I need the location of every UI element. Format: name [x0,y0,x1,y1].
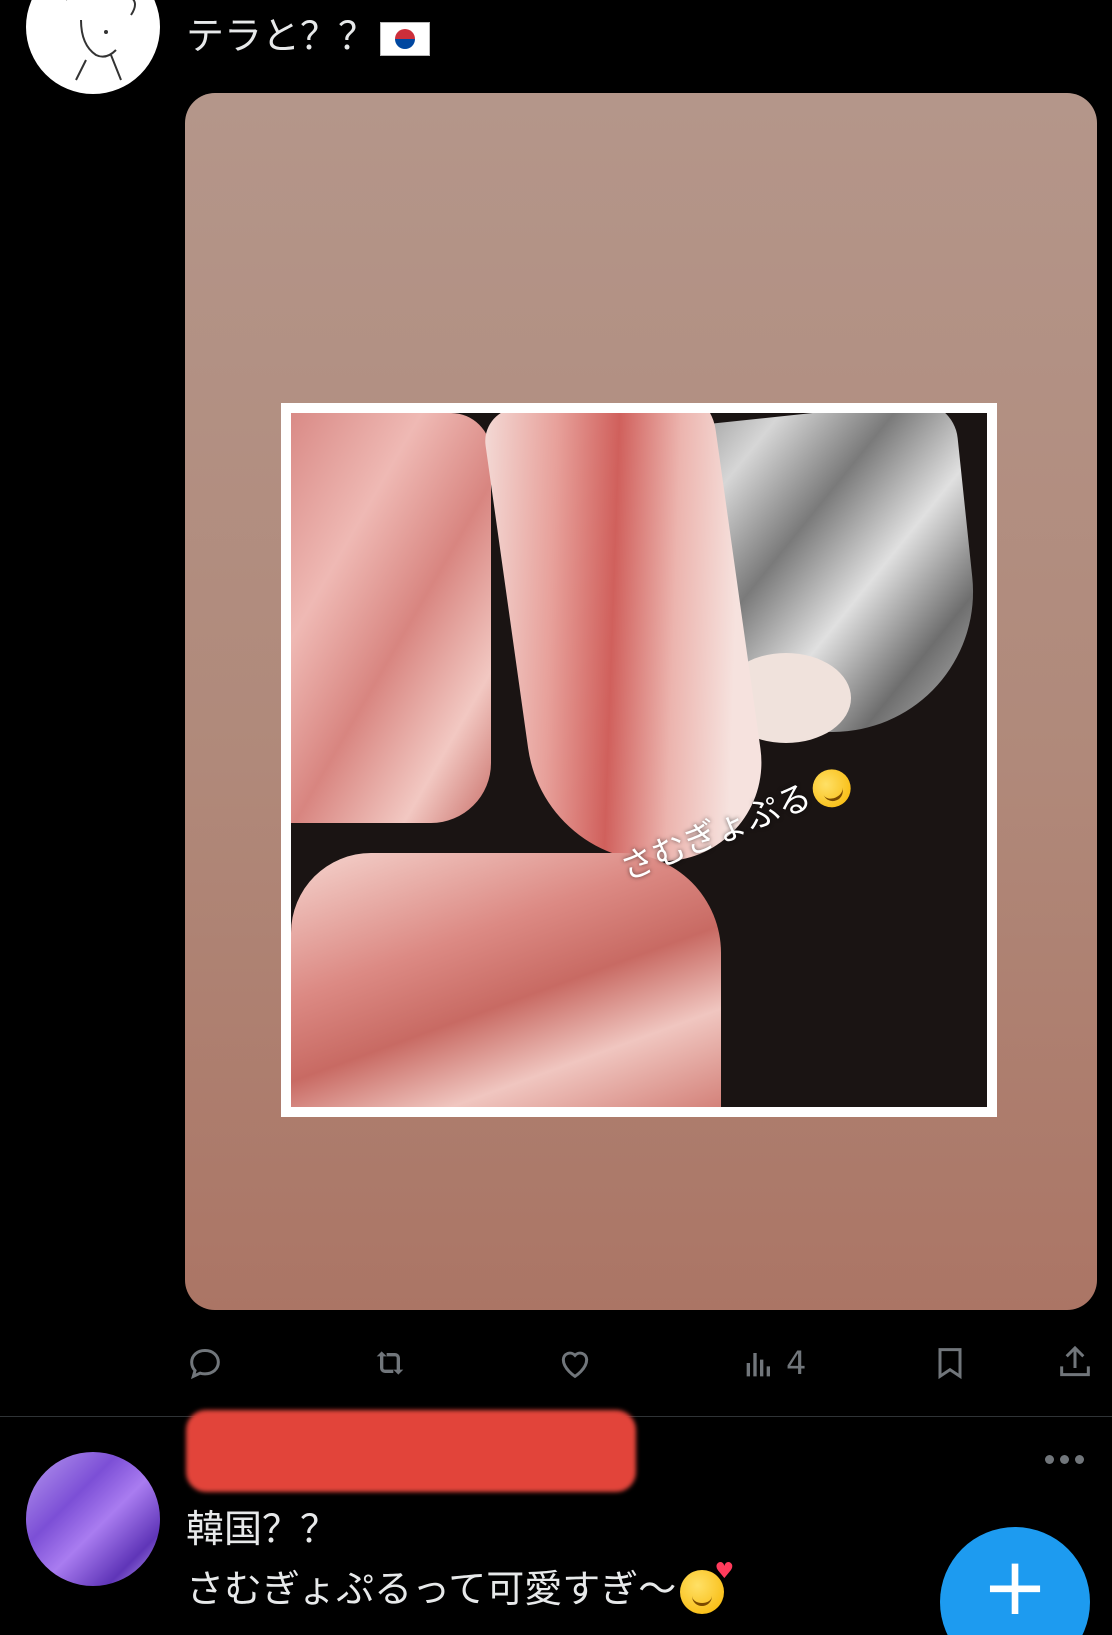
compose-plus-icon: + [981,1540,1049,1633]
photo-frame: さむぎょぷる [281,403,997,1117]
reply-icon [190,1348,220,1380]
smiling-face-with-hearts-emoji-icon [680,1558,734,1614]
reply-button[interactable] [185,1335,225,1391]
share-icon [1060,1345,1090,1377]
like-button[interactable] [555,1335,595,1391]
tweet-text: テラと？？ [186,12,431,61]
redacted-username [186,1410,636,1492]
views-button[interactable]: 4 [740,1335,806,1391]
retweet-icon [376,1351,404,1375]
reply-text-line2: さむぎょぷるって可愛すぎ〜 [186,1558,734,1614]
views-icon [746,1353,770,1377]
bookmark-icon [938,1348,962,1380]
south-korea-flag-icon [380,21,431,56]
more-icon[interactable] [1045,1455,1084,1464]
sketch-avatar-icon [66,0,136,81]
share-button[interactable] [1055,1335,1095,1391]
action-bar: 4 [185,1335,1097,1395]
pork-slice [291,853,721,1107]
smiling-face-emoji-icon [807,762,857,813]
tweet-media[interactable]: さむぎょぷる [185,93,1097,1310]
bookmark-button[interactable] [930,1335,970,1391]
meat-photo: さむぎょぷる [291,413,987,1107]
views-count: 4 [786,1344,807,1382]
avatar[interactable] [26,0,160,94]
avatar[interactable] [26,1452,160,1586]
compose-button[interactable]: + [940,1527,1090,1635]
timeline: テラと？？ さむぎょぷる 4 韓国？？ さむぎょぷるって可愛すぎ〜♥ + [0,0,1112,1635]
reply-text-line1: 韓国？？ [186,1507,339,1551]
retweet-button[interactable] [370,1335,410,1391]
heart-icon [561,1351,589,1379]
tweet-text-content: テラと？？ [186,14,377,58]
reply-text-line2-content: さむぎょぷるって可愛すぎ〜 [186,1567,677,1611]
pork-slice [291,413,491,823]
